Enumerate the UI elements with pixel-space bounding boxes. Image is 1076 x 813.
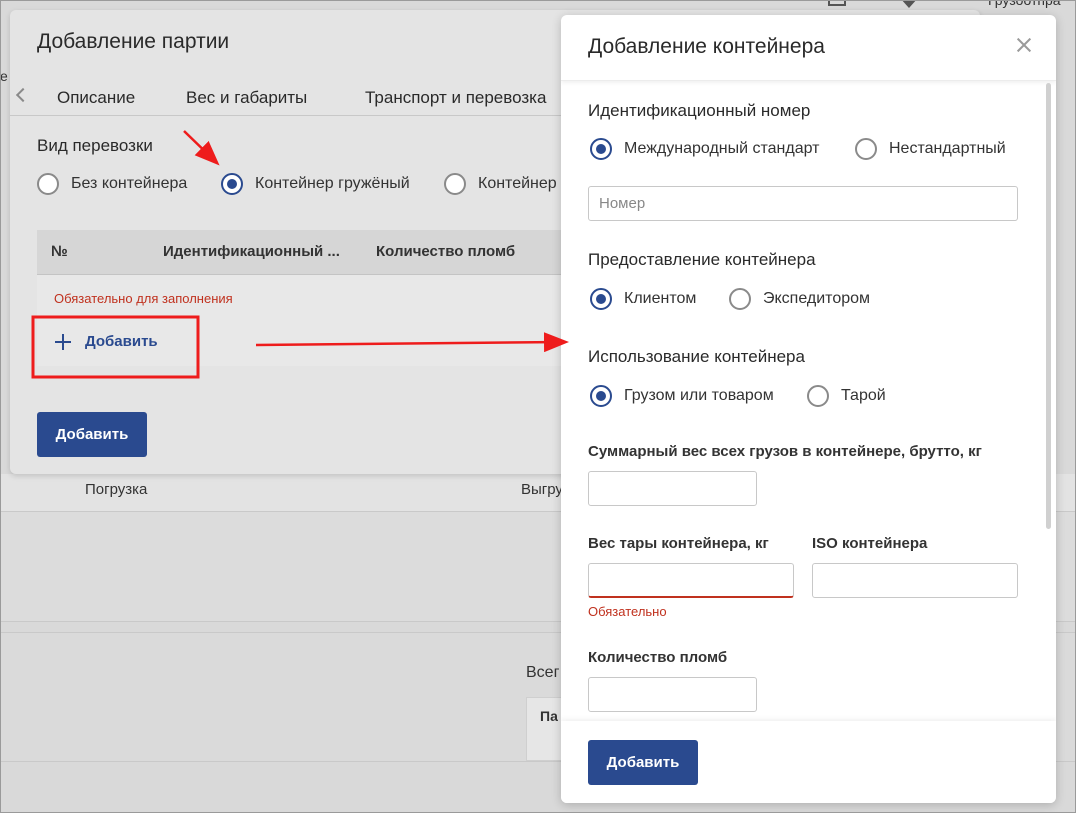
id-number-label: Идентификационный номер bbox=[588, 101, 811, 120]
bg-unloading-label: Выгру bbox=[521, 481, 563, 498]
radio-label: Контейнер bbox=[478, 175, 557, 192]
radio-label: Грузом или товаром bbox=[624, 387, 774, 404]
tab-transport[interactable]: Транспорт и перевозка bbox=[365, 88, 546, 108]
drawer-scrollbar[interactable] bbox=[1046, 83, 1051, 529]
radio-label: Нестандартный bbox=[889, 140, 1006, 157]
radio-selected-icon bbox=[590, 288, 612, 310]
radio-label: Экспедитором bbox=[763, 290, 871, 307]
tare-weight-label: Вес тары контейнера, кг bbox=[588, 535, 769, 552]
tabs-scroll-left-icon[interactable] bbox=[15, 87, 31, 103]
iso-label: ISO контейнера bbox=[812, 535, 928, 552]
add-container-label: Добавить bbox=[85, 333, 158, 350]
drawer-title: Добавление контейнера bbox=[588, 35, 825, 58]
radio-icon bbox=[37, 173, 59, 195]
container-number-input[interactable] bbox=[588, 186, 1018, 221]
radio-label: Клиентом bbox=[624, 290, 697, 307]
drawer-header: Добавление контейнера bbox=[561, 15, 1056, 81]
containers-table-header: № Идентификационный ... Количество пломб bbox=[37, 230, 597, 275]
radio-icon bbox=[855, 138, 877, 160]
add-container-link[interactable]: Добавить bbox=[55, 333, 158, 350]
bg-loading-label: Погрузка bbox=[85, 481, 148, 498]
add-container-submit-button[interactable]: Добавить bbox=[588, 740, 698, 785]
add-party-submit-button[interactable]: Добавить bbox=[37, 412, 147, 457]
radio-icon bbox=[444, 173, 466, 195]
tare-weight-input[interactable] bbox=[588, 563, 794, 598]
radio-cargo-goods[interactable]: Грузом или товаром bbox=[590, 385, 774, 407]
radio-tare[interactable]: Тарой bbox=[807, 385, 886, 407]
iso-input[interactable] bbox=[812, 563, 1018, 598]
tab-weight-dimensions[interactable]: Вес и габариты bbox=[186, 88, 307, 108]
column-number: № bbox=[51, 243, 68, 260]
radio-label: Контейнер гружёный bbox=[255, 175, 410, 192]
document-icon bbox=[828, 0, 846, 6]
transport-type-label: Вид перевозки bbox=[37, 136, 153, 155]
radio-by-client[interactable]: Клиентом bbox=[590, 288, 696, 310]
tare-weight-error: Обязательно bbox=[588, 604, 667, 619]
bg-party-label: Па bbox=[540, 708, 558, 724]
radio-label: Без контейнера bbox=[71, 175, 188, 192]
radio-selected-icon bbox=[221, 173, 243, 195]
radio-label: Тарой bbox=[841, 387, 886, 404]
add-container-drawer: Добавление контейнера Идентификационный … bbox=[561, 15, 1056, 803]
required-note: Обязательно для заполнения bbox=[54, 291, 233, 306]
close-icon[interactable] bbox=[1016, 37, 1032, 53]
party-modal-title: Добавление партии bbox=[37, 30, 230, 53]
column-seals: Количество пломб bbox=[376, 243, 516, 260]
radio-label: Международный стандарт bbox=[624, 140, 820, 157]
bg-total-label: Всег bbox=[526, 664, 560, 681]
left-edge-text: е bbox=[0, 68, 8, 84]
radio-by-forwarder[interactable]: Экспедитором bbox=[729, 288, 870, 310]
radio-selected-icon bbox=[590, 138, 612, 160]
column-identification: Идентификационный ... bbox=[163, 243, 340, 260]
radio-international-standard[interactable]: Международный стандарт bbox=[590, 138, 820, 160]
gross-weight-label: Суммарный вес всех грузов в контейнере, … bbox=[588, 443, 982, 460]
radio-empty-container[interactable]: Контейнер bbox=[444, 173, 557, 195]
bg-table bbox=[526, 697, 566, 761]
seals-count-input[interactable] bbox=[588, 677, 757, 712]
radio-non-standard[interactable]: Нестандартный bbox=[855, 138, 1006, 160]
radio-no-container[interactable]: Без контейнера bbox=[37, 173, 187, 195]
plus-icon bbox=[55, 333, 71, 350]
containers-table: № Идентификационный ... Количество пломб… bbox=[37, 230, 597, 366]
radio-icon bbox=[807, 385, 829, 407]
seals-count-label: Количество пломб bbox=[588, 649, 728, 666]
radio-icon bbox=[729, 288, 751, 310]
usage-label: Использование контейнера bbox=[588, 347, 805, 366]
radio-loaded-container[interactable]: Контейнер гружёный bbox=[221, 173, 410, 195]
tab-description[interactable]: Описание bbox=[57, 88, 135, 108]
top-right-user-text: Грузоотпра bbox=[988, 0, 1061, 8]
provision-label: Предоставление контейнера bbox=[588, 250, 816, 269]
gross-weight-input[interactable] bbox=[588, 471, 757, 506]
bell-icon bbox=[900, 0, 918, 8]
drawer-footer: Добавить bbox=[561, 721, 1056, 803]
radio-selected-icon bbox=[590, 385, 612, 407]
